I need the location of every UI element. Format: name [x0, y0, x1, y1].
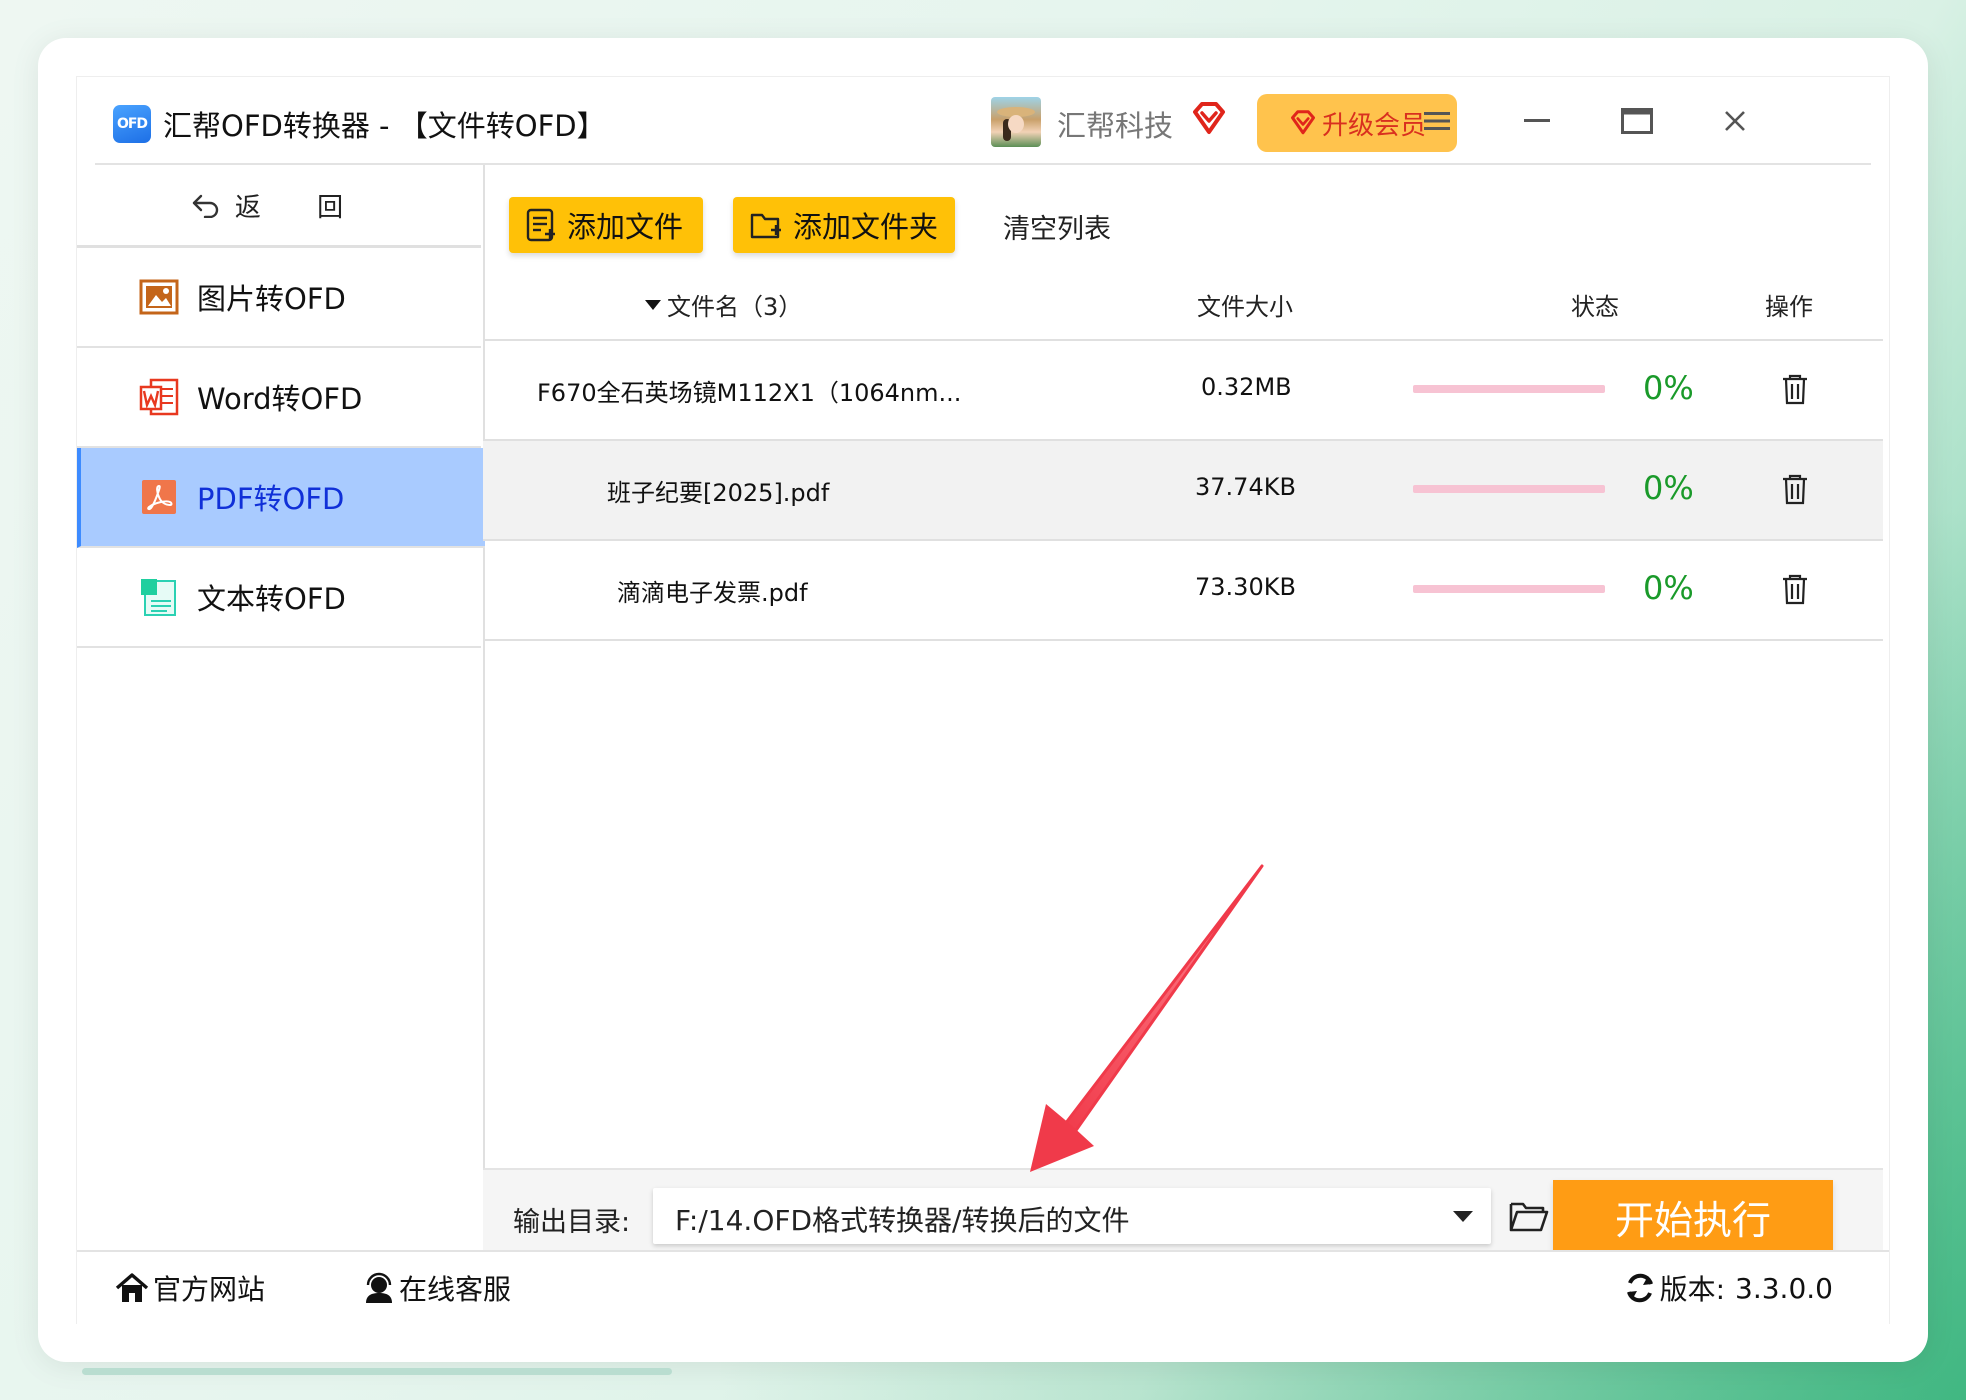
- sidebar-item-label: Word转OFD: [197, 382, 363, 416]
- horizontal-scrollbar[interactable]: [82, 1368, 672, 1375]
- column-header-name[interactable]: 文件名（3）: [645, 287, 802, 322]
- delete-icon[interactable]: [1777, 571, 1813, 607]
- close-icon: [1725, 111, 1745, 131]
- upgrade-label: 升级会员: [1321, 110, 1426, 141]
- sidebar-item-pdf-to-ofd[interactable]: PDF转OFD: [77, 448, 485, 548]
- output-dir-select[interactable]: F:/14.OFD格式转换器/转换后的文件: [653, 1188, 1491, 1244]
- main-panel: 添加文件 添加文件夹 清空列表 文件名（3） 文件大小 状态 操作 F670全石…: [483, 165, 1889, 1260]
- sidebar-item-label: 文本转OFD: [197, 582, 346, 616]
- column-header-label: 文件名（3）: [667, 293, 803, 321]
- progress-percent: 0%: [1643, 469, 1694, 507]
- maximize-icon: [1621, 108, 1653, 134]
- maximize-button[interactable]: [1615, 99, 1659, 143]
- sidebar-item-image-to-ofd[interactable]: 图片转OFD: [77, 248, 481, 348]
- sidebar-item-label: 图片转OFD: [197, 282, 346, 316]
- sort-down-icon: [645, 299, 661, 310]
- footer: 官方网站 在线客服 版本: 3.3.0.0: [77, 1250, 1889, 1325]
- column-header-action: 操作: [1765, 293, 1813, 321]
- add-file-icon: [526, 208, 555, 242]
- output-dir-label: 输出目录:: [513, 1207, 631, 1238]
- file-name: 班子纪要[2025].pdf: [607, 479, 830, 507]
- vip-diamond-icon: [1290, 110, 1315, 135]
- file-name: F670全石英场镜M112X1（1064nm...: [537, 379, 962, 407]
- avatar[interactable]: [991, 97, 1041, 147]
- clear-list-button[interactable]: 清空列表: [1003, 207, 1111, 246]
- column-header-size: 文件大小: [1197, 293, 1293, 321]
- official-website-link[interactable]: 官方网站: [115, 1268, 265, 1308]
- home-icon: [115, 1273, 149, 1302]
- close-button[interactable]: [1713, 99, 1757, 143]
- add-file-label: 添加文件: [567, 210, 684, 244]
- file-name: 滴滴电子发票.pdf: [617, 579, 808, 607]
- delete-icon[interactable]: [1777, 371, 1813, 407]
- menu-button[interactable]: [1415, 99, 1459, 143]
- sidebar: 返 回 图片转OFD Word转OFD PDF转OFD 文本转OFD: [77, 165, 485, 1250]
- table-row[interactable]: 滴滴电子发票.pdf 73.30KB 0%: [483, 541, 1883, 641]
- table-row[interactable]: F670全石英场镜M112X1（1064nm... 0.32MB 0%: [483, 341, 1883, 441]
- file-size: 0.32MB: [1201, 373, 1292, 401]
- file-size: 73.30KB: [1195, 573, 1296, 601]
- progress-percent: 0%: [1643, 369, 1694, 407]
- start-button[interactable]: 开始执行: [1553, 1180, 1833, 1256]
- add-folder-icon: [750, 213, 781, 239]
- back-button[interactable]: 返 回: [77, 165, 481, 248]
- back-label: 返 回: [234, 192, 368, 223]
- version-info[interactable]: 版本: 3.3.0.0: [1624, 1268, 1833, 1308]
- progress-bar: [1413, 385, 1605, 393]
- official-website-label: 官方网站: [153, 1273, 266, 1306]
- title-bar: OFD 汇帮OFD转换器 - 【文件转OFD】 汇帮科技 升级会员: [77, 77, 1889, 165]
- app-window: OFD 汇帮OFD转换器 - 【文件转OFD】 汇帮科技 升级会员 返 回 图片…: [76, 76, 1890, 1325]
- delete-icon[interactable]: [1777, 471, 1813, 507]
- sidebar-item-text-to-ofd[interactable]: 文本转OFD: [77, 548, 481, 648]
- online-support-link[interactable]: 在线客服: [363, 1268, 511, 1308]
- add-folder-label: 添加文件夹: [793, 210, 939, 244]
- sidebar-item-label: PDF转OFD: [197, 482, 345, 516]
- back-arrow-icon: [192, 194, 219, 218]
- output-dir-value: F:/14.OFD格式转换器/转换后的文件: [675, 1204, 1130, 1237]
- text-doc-icon: [141, 579, 176, 616]
- output-bar: 输出目录: F:/14.OFD格式转换器/转换后的文件 开始执行: [483, 1168, 1883, 1260]
- chevron-down-icon: [1453, 1211, 1473, 1222]
- username[interactable]: 汇帮科技: [1057, 103, 1173, 145]
- image-icon: [139, 279, 179, 315]
- progress-bar: [1413, 585, 1605, 593]
- version-label: 版本:: [1659, 1273, 1726, 1306]
- table-header: 文件名（3） 文件大小 状态 操作: [483, 265, 1883, 341]
- pdf-icon: [142, 480, 176, 514]
- progress-percent: 0%: [1643, 569, 1694, 607]
- add-folder-button[interactable]: 添加文件夹: [733, 197, 955, 253]
- vip-diamond-icon: [1193, 102, 1225, 134]
- file-size: 37.74KB: [1195, 473, 1296, 501]
- sidebar-item-word-to-ofd[interactable]: Word转OFD: [77, 348, 481, 448]
- progress-bar: [1413, 485, 1605, 493]
- word-icon: [139, 378, 179, 416]
- app-logo-icon: OFD: [113, 105, 151, 143]
- refresh-icon: [1626, 1273, 1653, 1303]
- column-header-status: 状态: [1571, 293, 1619, 321]
- version-number: 3.3.0.0: [1735, 1271, 1833, 1305]
- headset-icon: [366, 1272, 392, 1303]
- minimize-button[interactable]: [1515, 99, 1559, 143]
- minimize-icon: [1524, 119, 1550, 122]
- add-file-button[interactable]: 添加文件: [509, 197, 703, 253]
- open-folder-icon[interactable]: [1507, 1196, 1551, 1236]
- app-title: 汇帮OFD转换器 - 【文件转OFD】: [163, 109, 606, 143]
- table-row[interactable]: 班子纪要[2025].pdf 37.74KB 0%: [483, 441, 1883, 541]
- menu-icon: [1424, 112, 1450, 130]
- online-support-label: 在线客服: [399, 1273, 512, 1306]
